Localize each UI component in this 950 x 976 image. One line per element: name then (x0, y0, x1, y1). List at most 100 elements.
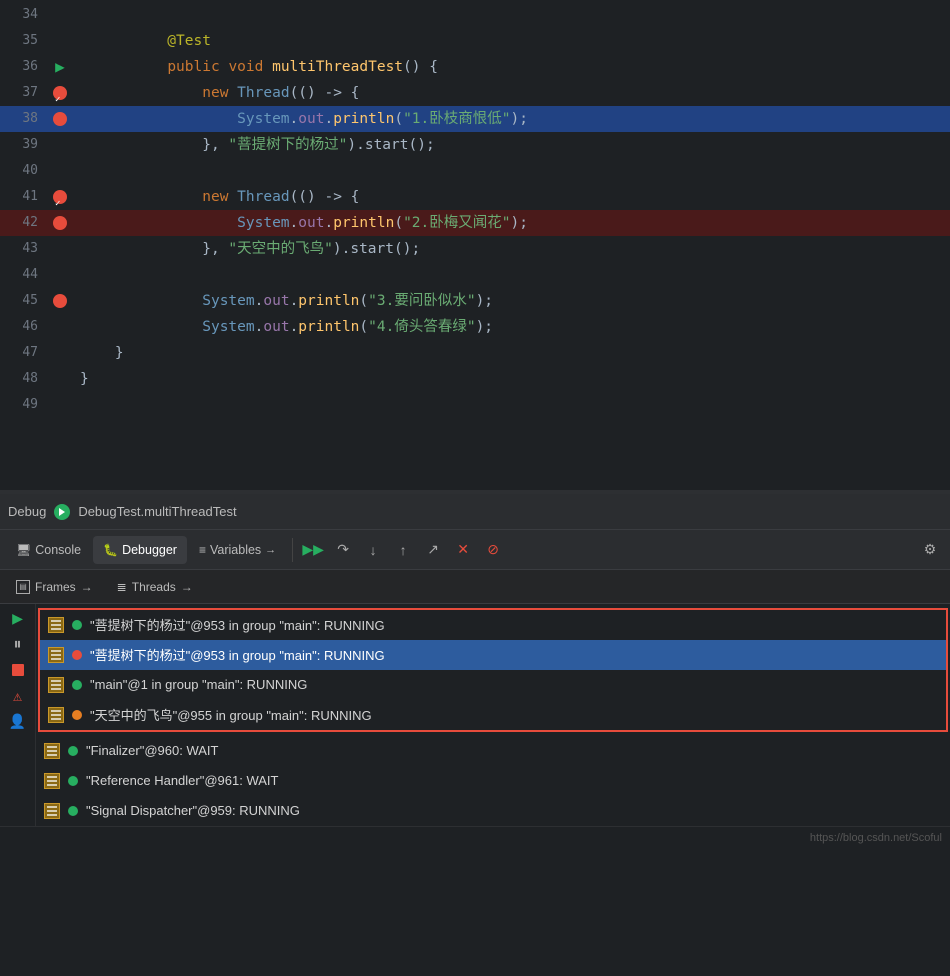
thread-stack-icon-6 (44, 773, 60, 789)
thread-label-7: "Signal Dispatcher"@959: RUNNING (86, 803, 300, 818)
stop-button[interactable]: ✕ (449, 536, 477, 564)
breakpoint-icon-38 (53, 112, 67, 126)
run-to-cursor-button[interactable]: ↗ (419, 536, 447, 564)
run-to-cursor-icon: ↗ (427, 541, 439, 558)
line-num-46: 46 (0, 314, 48, 340)
left-gutter: ▶ ⏸ ⚠ 👤 (0, 604, 36, 826)
breakpoint-icon-41 (53, 190, 67, 204)
highlighted-thread-box: "菩提树下的杨过"@953 in group "main": RUNNING "… (38, 608, 948, 732)
tab-variables-label: Variables (210, 543, 261, 557)
frames-arrow: → (81, 580, 93, 594)
gutter-play-icon[interactable]: ▶ (8, 608, 28, 628)
code-line-47: 47 } (0, 340, 950, 366)
gutter-38 (48, 112, 72, 126)
breakpoint-icon-42 (53, 216, 67, 230)
gutter-41 (48, 190, 72, 204)
thread-label-2: "菩提树下的杨过"@953 in group "main": RUNNING (90, 645, 385, 664)
thread-stack-icon-4 (48, 707, 64, 723)
debugger-icon: 🐛 (103, 543, 118, 557)
tab-frames[interactable]: ▤ Frames → (6, 574, 103, 600)
thread-status-icon-7 (68, 806, 78, 816)
thread-list-container: ▶ ⏸ ⚠ 👤 "菩提树下的杨过"@953 in g (0, 604, 950, 826)
line-num-40: 40 (0, 158, 48, 184)
gutter-stop-icon[interactable] (8, 660, 28, 680)
mute-bp-button[interactable]: ⊘ (479, 536, 507, 564)
debug-panel: Debug DebugTest.multiThreadTest 🖥 Consol… (0, 494, 950, 848)
thread-status-icon-5 (68, 746, 78, 756)
line-num-38: 38 (0, 106, 48, 132)
thread-stack-icon-5 (44, 743, 60, 759)
line-num-41: 41 (0, 184, 48, 210)
tab-variables[interactable]: ≡ Variables → (189, 536, 286, 564)
tab-arrow-suffix: → (265, 544, 276, 556)
code-line-48: 48 } (0, 366, 950, 392)
breakpoint-icon-37 (53, 86, 67, 100)
thread-status-icon-2 (72, 650, 82, 660)
tab-console[interactable]: 🖥 Console (6, 536, 91, 564)
frames-label: Frames (35, 580, 76, 594)
line-num-42: 42 (0, 210, 48, 236)
line-content-48: } (72, 366, 950, 392)
step-into-button[interactable]: ↓ (359, 536, 387, 564)
status-bar: https://blog.csdn.net/Scoful (0, 826, 950, 848)
thread-list: "菩提树下的杨过"@953 in group "main": RUNNING "… (36, 604, 950, 826)
step-over-button[interactable]: ↷ (329, 536, 357, 564)
thread-item-3[interactable]: "main"@1 in group "main": RUNNING (40, 670, 946, 700)
step-out-icon: ↑ (400, 542, 407, 558)
step-out-button[interactable]: ↑ (389, 536, 417, 564)
line-num-37: 37 (0, 80, 48, 106)
step-over-icon: ↷ (337, 541, 349, 558)
line-num-43: 43 (0, 236, 48, 262)
thread-stack-icon-1 (48, 617, 64, 633)
code-line-49: 49 (0, 392, 950, 418)
threads-arrow: → (181, 580, 193, 594)
gutter-36: ▶ (48, 54, 72, 80)
thread-stack-icon-2 (48, 647, 64, 663)
settings-button[interactable]: ⚙ (916, 536, 944, 564)
thread-status-icon-1 (72, 620, 82, 630)
code-line-43: 43 }, "天空中的飞鸟").start(); (0, 236, 950, 262)
stop-icon: ✕ (457, 541, 469, 558)
thread-label-1: "菩提树下的杨过"@953 in group "main": RUNNING (90, 615, 385, 634)
resume-button[interactable]: ▶▶ (299, 536, 327, 564)
thread-item-6[interactable]: "Reference Handler"@961: WAIT (36, 766, 950, 796)
step-into-icon: ↓ (370, 542, 377, 558)
tab-debugger-label: Debugger (122, 543, 177, 557)
thread-item-1[interactable]: "菩提树下的杨过"@953 in group "main": RUNNING (40, 610, 946, 640)
debug-run-icon (54, 504, 70, 520)
gutter-warning-icon[interactable]: ⚠ (8, 686, 28, 706)
gutter-pause-icon[interactable]: ⏸ (8, 634, 28, 654)
thread-item-7[interactable]: "Signal Dispatcher"@959: RUNNING (36, 796, 950, 826)
threads-icon: ≣ (117, 580, 127, 594)
toolbar-separator-1 (292, 538, 293, 562)
debug-subtoolbar: ▤ Frames → ≣ Threads → (0, 570, 950, 604)
line-num-39: 39 (0, 132, 48, 158)
thread-stack-icon-7 (44, 803, 60, 819)
line-num-48: 48 (0, 366, 48, 392)
tab-debugger[interactable]: 🐛 Debugger (93, 536, 187, 564)
arrow-icon-36: ▶ (55, 54, 65, 80)
line-num-49: 49 (0, 392, 48, 418)
debug-toolbar: 🖥 Console 🐛 Debugger ≡ Variables → ▶▶ ↷ … (0, 530, 950, 570)
gutter-37 (48, 86, 72, 100)
console-icon: 🖥 (16, 543, 31, 557)
line-num-44: 44 (0, 262, 48, 288)
thread-label-4: "天空中的飞鸟"@955 in group "main": RUNNING (90, 705, 372, 724)
thread-status-icon-4 (72, 710, 82, 720)
code-line-39: 39 }, "菩提树下的杨过").start(); (0, 132, 950, 158)
thread-item-2[interactable]: "菩提树下的杨过"@953 in group "main": RUNNING (40, 640, 946, 670)
gutter-user-icon[interactable]: 👤 (8, 712, 28, 732)
debug-label: Debug (8, 504, 46, 519)
mute-bp-icon: ⊘ (487, 541, 499, 558)
status-url: https://blog.csdn.net/Scoful (810, 832, 942, 844)
tab-console-label: Console (35, 543, 81, 557)
line-num-45: 45 (0, 288, 48, 314)
thread-item-5[interactable]: "Finalizer"@960: WAIT (36, 736, 950, 766)
tab-threads[interactable]: ≣ Threads → (107, 574, 203, 600)
variables-icon: ≡ (199, 543, 206, 557)
thread-stack-icon-3 (48, 677, 64, 693)
code-line-46: 46 System.out.println("4.倚头答春绿"); (0, 314, 950, 340)
thread-item-4[interactable]: "天空中的飞鸟"@955 in group "main": RUNNING (40, 700, 946, 730)
thread-label-6: "Reference Handler"@961: WAIT (86, 773, 278, 788)
resume-icon: ▶▶ (302, 541, 324, 558)
